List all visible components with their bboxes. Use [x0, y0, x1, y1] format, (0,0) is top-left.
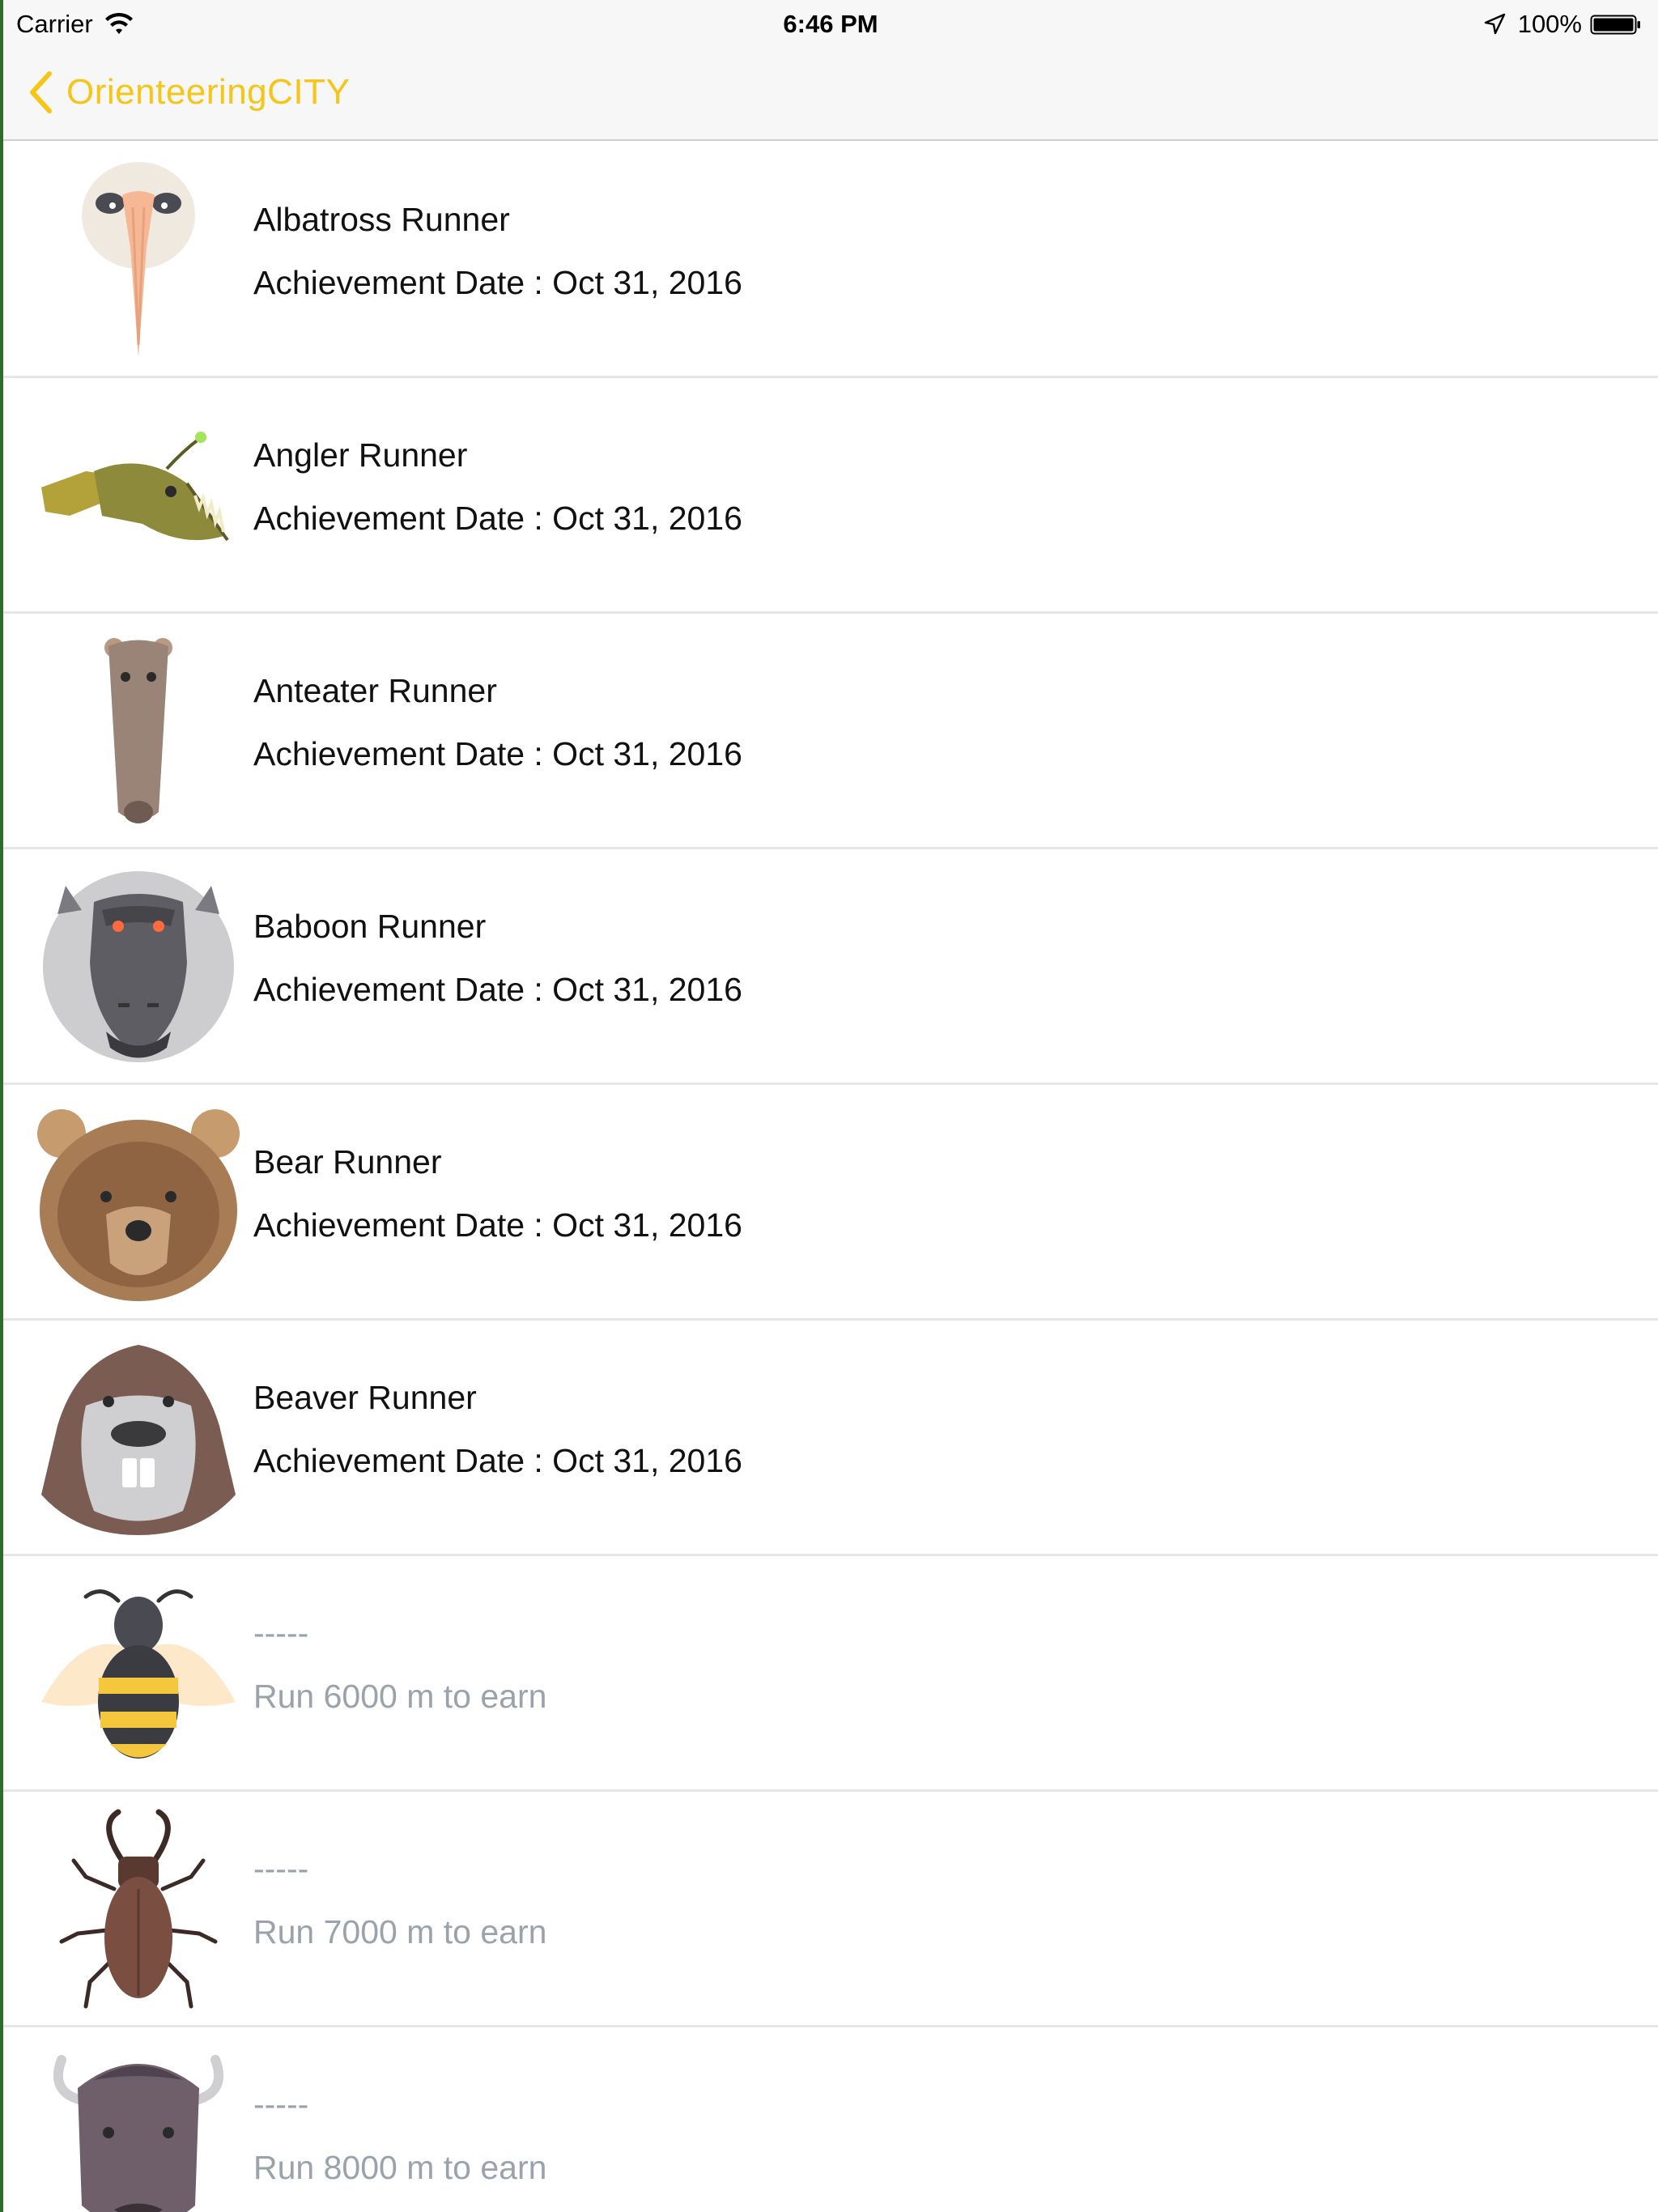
list-item[interactable]: Albatross Runner Achievement Date : Oct … — [3, 143, 1658, 378]
chevron-left-icon — [30, 71, 52, 113]
location-arrow-icon — [1484, 13, 1505, 35]
list-item[interactable]: Beaver Runner Achievement Date : Oct 31,… — [3, 1321, 1658, 1556]
achievement-subtitle: Achievement Date : Oct 31, 2016 — [253, 971, 742, 1008]
back-button[interactable]: OrienteeringCITY — [28, 70, 350, 115]
list-item[interactable]: Baboon Runner Achievement Date : Oct 31,… — [3, 849, 1658, 1085]
back-button-label: OrienteeringCITY — [66, 72, 351, 112]
achievement-list: Albatross Runner Achievement Date : Oct … — [3, 143, 1658, 2212]
list-item[interactable]: ----- Run 7000 m to earn — [3, 1792, 1658, 2027]
list-item[interactable]: Angler Runner Achievement Date : Oct 31,… — [3, 378, 1658, 614]
baboon-icon — [43, 871, 234, 1062]
beetle-icon — [59, 1809, 218, 2009]
bison-icon — [53, 2055, 223, 2212]
list-item[interactable]: ----- Run 6000 m to earn — [3, 1556, 1658, 1792]
list-item[interactable]: Bear Runner Achievement Date : Oct 31, 2… — [3, 1085, 1658, 1321]
achievement-subtitle: Achievement Date : Oct 31, 2016 — [253, 735, 742, 772]
achievement-title: ----- — [253, 1614, 309, 1652]
achievement-title: Angler Runner — [253, 436, 468, 474]
achievement-subtitle: Achievement Date : Oct 31, 2016 — [253, 1442, 742, 1479]
achievement-title: Albatross Runner — [253, 201, 510, 238]
bee-icon — [41, 1589, 236, 1759]
status-bar: Carrier 6:46 PM 100% — [3, 0, 1658, 49]
anteater-icon — [104, 638, 172, 823]
battery-icon — [1590, 15, 1640, 35]
achievement-title: Baboon Runner — [253, 908, 487, 945]
achievement-subtitle: Run 7000 m to earn — [253, 1913, 547, 1950]
bear-icon — [37, 1109, 240, 1301]
achievement-subtitle: Achievement Date : Oct 31, 2016 — [253, 500, 742, 537]
achievement-title: ----- — [253, 1850, 309, 1887]
battery-percent: 100% — [1517, 10, 1582, 38]
achievement-title: Anteater Runner — [253, 672, 497, 709]
albatross-icon — [82, 162, 195, 357]
achievement-subtitle: Achievement Date : Oct 31, 2016 — [253, 264, 742, 301]
navigation-bar: OrienteeringCITY — [3, 49, 1658, 141]
achievement-subtitle: Run 8000 m to earn — [253, 2149, 547, 2186]
clock: 6:46 PM — [783, 10, 878, 38]
achievement-title: Beaver Runner — [253, 1379, 477, 1416]
achievement-subtitle: Run 6000 m to earn — [253, 1678, 547, 1715]
status-right: 100% — [1482, 10, 1642, 39]
angler-icon — [41, 432, 229, 542]
list-item[interactable]: ----- Run 8000 m to earn — [3, 2027, 1658, 2212]
achievement-title: Bear Runner — [253, 1143, 442, 1180]
beaver-icon — [41, 1345, 236, 1535]
achievement-subtitle: Achievement Date : Oct 31, 2016 — [253, 1206, 742, 1244]
achievement-title: ----- — [253, 2086, 309, 2123]
list-item[interactable]: Anteater Runner Achievement Date : Oct 3… — [3, 614, 1658, 849]
